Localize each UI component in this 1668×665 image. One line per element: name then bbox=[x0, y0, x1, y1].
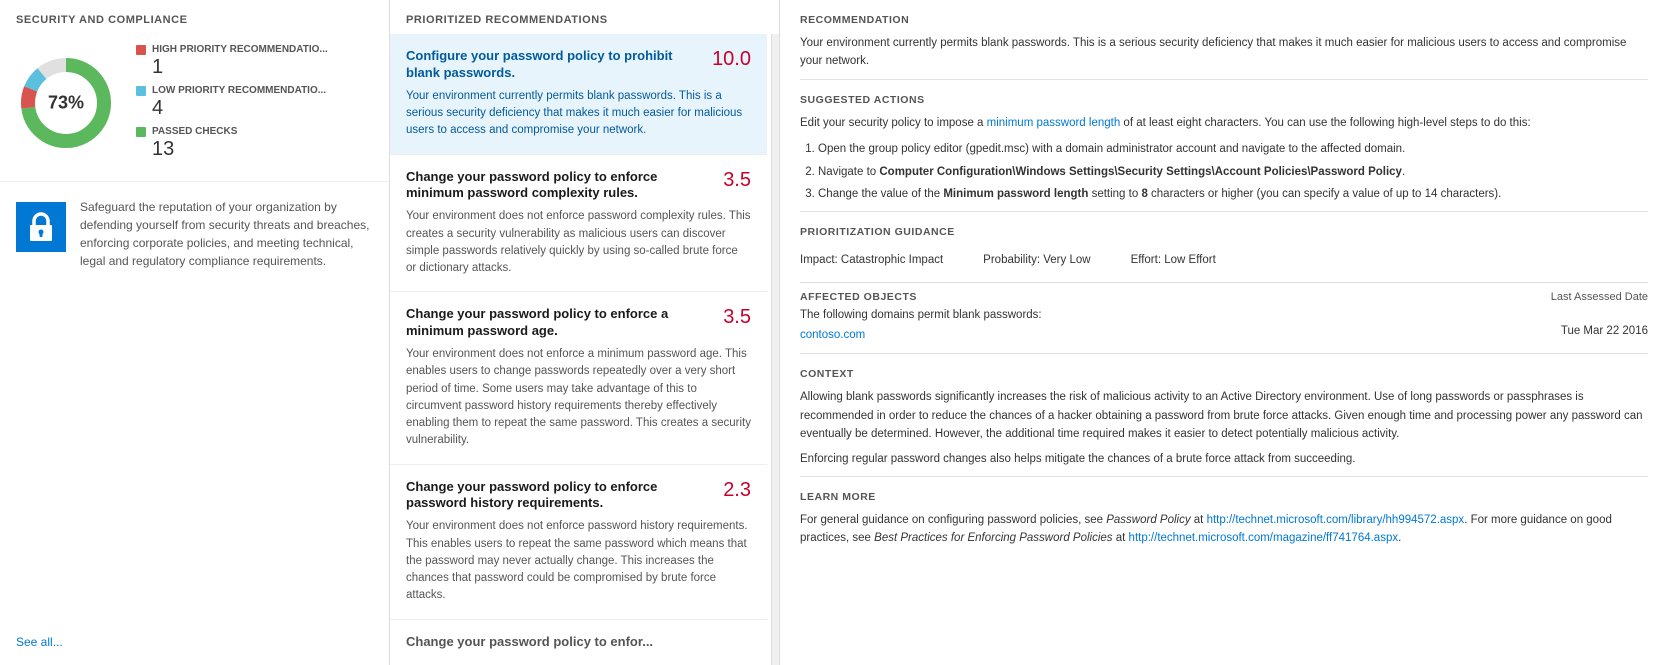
rec-item-1[interactable]: Change your password policy to enforce m… bbox=[390, 155, 767, 293]
affected-domain-link[interactable]: contoso.com bbox=[800, 329, 865, 341]
middle-panel: PRIORITIZED RECOMMENDATIONS Configure yo… bbox=[390, 0, 780, 665]
rec-title-0: Configure your password policy to prohib… bbox=[406, 48, 704, 82]
recommendation-section-title: RECOMMENDATION bbox=[800, 14, 1648, 26]
legend-high: HIGH PRIORITY RECOMMENDATIO... 1 bbox=[136, 44, 328, 79]
rec-score-0: 10.0 bbox=[712, 48, 751, 71]
divider-1 bbox=[800, 79, 1648, 80]
learn-more-link-1[interactable]: http://technet.microsoft.com/library/hh9… bbox=[1207, 514, 1465, 526]
legend-passed: PASSED CHECKS 13 bbox=[136, 126, 328, 161]
passed-checks-label: PASSED CHECKS bbox=[152, 126, 237, 137]
info-section: Safeguard the reputation of your organiz… bbox=[0, 182, 389, 627]
learn-more-link-2[interactable]: http://technet.microsoft.com/magazine/ff… bbox=[1129, 532, 1399, 544]
rec-title-2: Change your password policy to enforce a… bbox=[406, 306, 715, 340]
prioritization-row: Impact: Catastrophic Impact Probability:… bbox=[800, 246, 1648, 274]
rec-item-2[interactable]: Change your password policy to enforce a… bbox=[390, 292, 767, 464]
high-priority-dot bbox=[136, 45, 146, 55]
suggested-intro: Edit your security policy to impose a mi… bbox=[800, 114, 1648, 132]
legend-low: LOW PRIORITY RECOMMENDATIO... 4 bbox=[136, 85, 328, 120]
learn-more-italic-1: Password Policy bbox=[1106, 514, 1190, 526]
lock-icon bbox=[27, 211, 55, 243]
affected-objects-title: AFFECTED OBJECTS bbox=[800, 291, 917, 303]
left-panel: SECURITY AND COMPLIANCE 73% bbox=[0, 0, 390, 665]
affected-text: The following domains permit blank passw… bbox=[800, 309, 1648, 321]
passed-checks-dot bbox=[136, 127, 146, 137]
action-item-2: Navigate to Computer Configuration\Windo… bbox=[818, 163, 1648, 181]
divider-5 bbox=[800, 476, 1648, 477]
learn-more-text-2: at bbox=[1191, 514, 1207, 526]
rec-title-4: Change your password policy to enfor... bbox=[406, 634, 751, 651]
score-section: 73% HIGH PRIORITY RECOMMENDATIO... 1 LOW… bbox=[0, 34, 389, 182]
context-text-2: Enforcing regular password changes also … bbox=[800, 450, 1648, 468]
high-priority-label: HIGH PRIORITY RECOMMENDATIO... bbox=[152, 44, 328, 55]
learn-more-text-5: . bbox=[1398, 532, 1401, 544]
lock-icon-box bbox=[16, 202, 66, 252]
donut-percentage: 73% bbox=[48, 92, 84, 113]
min-password-link[interactable]: minimum password length bbox=[987, 117, 1121, 129]
suggested-actions-title: SUGGESTED ACTIONS bbox=[800, 94, 1648, 106]
see-all-link[interactable]: See all... bbox=[0, 627, 389, 665]
rec-desc-1: Your environment does not enforce passwo… bbox=[406, 208, 751, 277]
rec-desc-3: Your environment does not enforce passwo… bbox=[406, 518, 751, 604]
effort-label: Effort: Low Effort bbox=[1131, 254, 1216, 266]
affected-header: AFFECTED OBJECTS Last Assessed Date bbox=[800, 291, 1648, 303]
legend: HIGH PRIORITY RECOMMENDATIO... 1 LOW PRI… bbox=[136, 44, 328, 161]
action-item-3: Change the value of the Minimum password… bbox=[818, 185, 1648, 203]
donut-chart: 73% bbox=[16, 53, 116, 153]
high-priority-value: 1 bbox=[136, 55, 328, 79]
learn-more-text-1: For general guidance on configuring pass… bbox=[800, 514, 1106, 526]
last-assessed-label: Last Assessed Date bbox=[1551, 291, 1648, 303]
probability-label: Probability: Very Low bbox=[983, 254, 1090, 266]
rec-score-3: 2.3 bbox=[723, 479, 751, 502]
actions-list: Open the group policy editor (gpedit.msc… bbox=[800, 140, 1648, 203]
recommendations-list: Configure your password policy to prohib… bbox=[390, 34, 771, 665]
divider-2 bbox=[800, 211, 1648, 212]
left-panel-title: SECURITY AND COMPLIANCE bbox=[0, 0, 389, 34]
impact-label: Impact: Catastrophic Impact bbox=[800, 254, 943, 266]
divider-4 bbox=[800, 353, 1648, 354]
divider-3 bbox=[800, 282, 1648, 283]
passed-checks-value: 13 bbox=[136, 137, 328, 161]
middle-panel-title: PRIORITIZED RECOMMENDATIONS bbox=[390, 0, 779, 34]
learn-more-text-4: at bbox=[1113, 532, 1129, 544]
learn-more-italic-2: Best Practices for Enforcing Password Po… bbox=[874, 532, 1112, 544]
affected-date: Tue Mar 22 2016 bbox=[1561, 325, 1648, 337]
learn-more-text: For general guidance on configuring pass… bbox=[800, 511, 1648, 548]
info-text: Safeguard the reputation of your organiz… bbox=[80, 198, 373, 270]
low-priority-label: LOW PRIORITY RECOMMENDATIO... bbox=[152, 85, 326, 96]
action-item-1: Open the group policy editor (gpedit.msc… bbox=[818, 140, 1648, 158]
rec-desc-2: Your environment does not enforce a mini… bbox=[406, 346, 751, 450]
context-title: CONTEXT bbox=[800, 368, 1648, 380]
recommendation-text: Your environment currently permits blank… bbox=[800, 34, 1648, 71]
rec-score-1: 3.5 bbox=[723, 169, 751, 192]
right-panel: RECOMMENDATION Your environment currentl… bbox=[780, 0, 1668, 665]
rec-desc-0: Your environment currently permits blank… bbox=[406, 88, 751, 140]
rec-item-4[interactable]: Change your password policy to enfor... bbox=[390, 620, 767, 665]
rec-item-0[interactable]: Configure your password policy to prohib… bbox=[390, 34, 767, 155]
rec-item-3[interactable]: Change your password policy to enforce p… bbox=[390, 465, 767, 620]
low-priority-value: 4 bbox=[136, 96, 328, 120]
context-text-1: Allowing blank passwords significantly i… bbox=[800, 388, 1648, 443]
learn-more-title: LEARN MORE bbox=[800, 491, 1648, 503]
rec-title-3: Change your password policy to enforce p… bbox=[406, 479, 715, 513]
rec-title-1: Change your password policy to enforce m… bbox=[406, 169, 715, 203]
scrollbar[interactable] bbox=[771, 34, 779, 665]
rec-score-2: 3.5 bbox=[723, 306, 751, 329]
prioritization-title: PRIORITIZATION GUIDANCE bbox=[800, 226, 1648, 238]
low-priority-dot bbox=[136, 86, 146, 96]
